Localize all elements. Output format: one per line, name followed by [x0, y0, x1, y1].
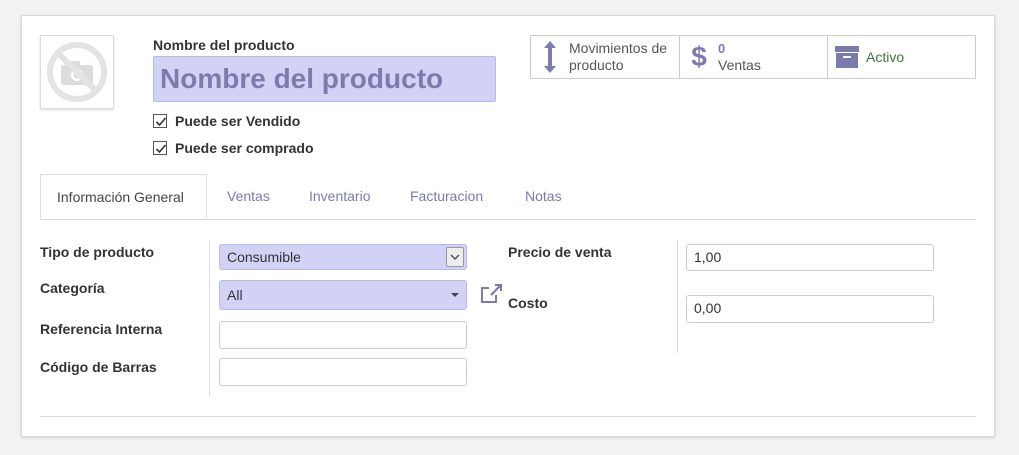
- product-form-sheet: Nombre del producto Nombre del producto …: [21, 15, 995, 437]
- product-type-label: Tipo de producto: [40, 244, 155, 260]
- vertical-arrows-icon: [531, 40, 569, 74]
- caret-down-icon: [451, 293, 459, 297]
- column-divider-right: [677, 240, 678, 353]
- checkbox-checked-icon[interactable]: [153, 141, 167, 155]
- can-be-purchased-checkbox[interactable]: Puede ser comprado: [153, 140, 314, 156]
- notebook-tabs: Información General Ventas Inventario Fa…: [40, 174, 976, 220]
- cost-input[interactable]: 0,00: [686, 295, 934, 323]
- category-select[interactable]: All: [219, 280, 467, 310]
- sale-price-input[interactable]: 1,00: [686, 244, 934, 271]
- stock-moves-line2: producto: [569, 57, 624, 73]
- chevron-down-icon[interactable]: [446, 247, 464, 267]
- product-image[interactable]: [40, 35, 114, 109]
- no-camera-icon: [47, 42, 107, 102]
- stock-moves-line1: Movimientos de: [569, 40, 668, 56]
- checkbox-checked-icon[interactable]: [153, 114, 167, 128]
- dollar-icon: $: [691, 41, 707, 72]
- can-be-sold-label: Puede ser Vendido: [175, 113, 301, 129]
- stock-moves-button[interactable]: Movimientos de producto: [530, 35, 680, 79]
- category-label: Categoría: [40, 280, 105, 296]
- tab-inventario[interactable]: Inventario: [309, 174, 370, 219]
- category-value: All: [227, 287, 243, 303]
- sale-price-label: Precio de venta: [508, 244, 612, 260]
- barcode-input[interactable]: [219, 358, 467, 386]
- tab-notas[interactable]: Notas: [525, 174, 562, 219]
- product-type-value: Consumible: [227, 249, 301, 265]
- sales-label: Ventas: [718, 57, 761, 73]
- external-link-icon[interactable]: [479, 283, 503, 310]
- product-name-label: Nombre del producto: [153, 37, 295, 53]
- active-label: Activo: [866, 48, 905, 65]
- tab-ventas[interactable]: Ventas: [227, 174, 270, 219]
- can-be-sold-checkbox[interactable]: Puede ser Vendido: [153, 113, 300, 129]
- product-name-input[interactable]: Nombre del producto: [153, 56, 496, 102]
- bottom-divider: [40, 416, 976, 417]
- product-type-select[interactable]: Consumible: [219, 244, 467, 270]
- cost-label: Costo: [508, 295, 548, 311]
- sales-button[interactable]: $ 0 Ventas: [679, 35, 828, 79]
- internal-ref-label: Referencia Interna: [40, 321, 163, 337]
- sales-count: 0: [718, 41, 726, 56]
- tab-informacion-general[interactable]: Información General: [40, 174, 207, 219]
- barcode-label: Código de Barras: [40, 359, 157, 375]
- archive-box-icon: [828, 45, 866, 69]
- active-toggle-button[interactable]: Activo: [827, 35, 976, 79]
- column-divider: [209, 240, 210, 396]
- can-be-purchased-label: Puede ser comprado: [175, 140, 314, 156]
- internal-ref-input[interactable]: [219, 321, 467, 349]
- tab-facturacion[interactable]: Facturacion: [410, 174, 483, 219]
